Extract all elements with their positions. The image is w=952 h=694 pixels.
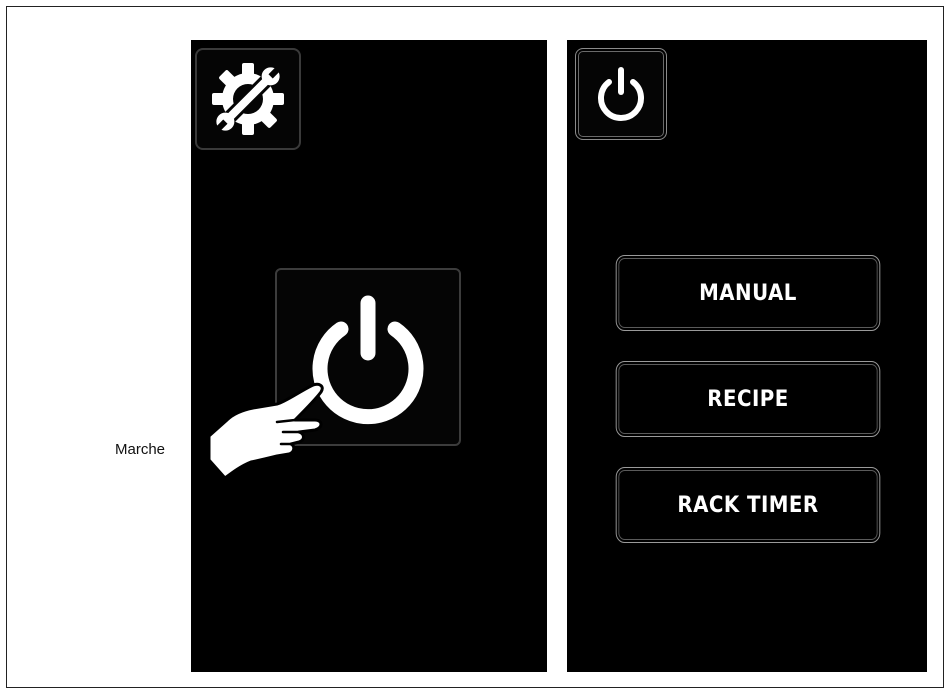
- pointing-hand-icon: [207, 382, 324, 480]
- right-screen: MANUAL RECIPE RACK TIMER: [567, 40, 927, 672]
- power-icon: [598, 67, 644, 121]
- settings-button[interactable]: [195, 48, 301, 150]
- settings-wrench-gear-icon: [212, 63, 284, 135]
- power-button-small[interactable]: [575, 48, 667, 140]
- left-screen: [191, 40, 547, 672]
- recipe-button[interactable]: RECIPE: [615, 361, 881, 437]
- manual-button[interactable]: MANUAL: [615, 255, 881, 331]
- caption-label: Marche: [115, 441, 166, 458]
- rack-timer-button[interactable]: RACK TIMER: [615, 467, 881, 543]
